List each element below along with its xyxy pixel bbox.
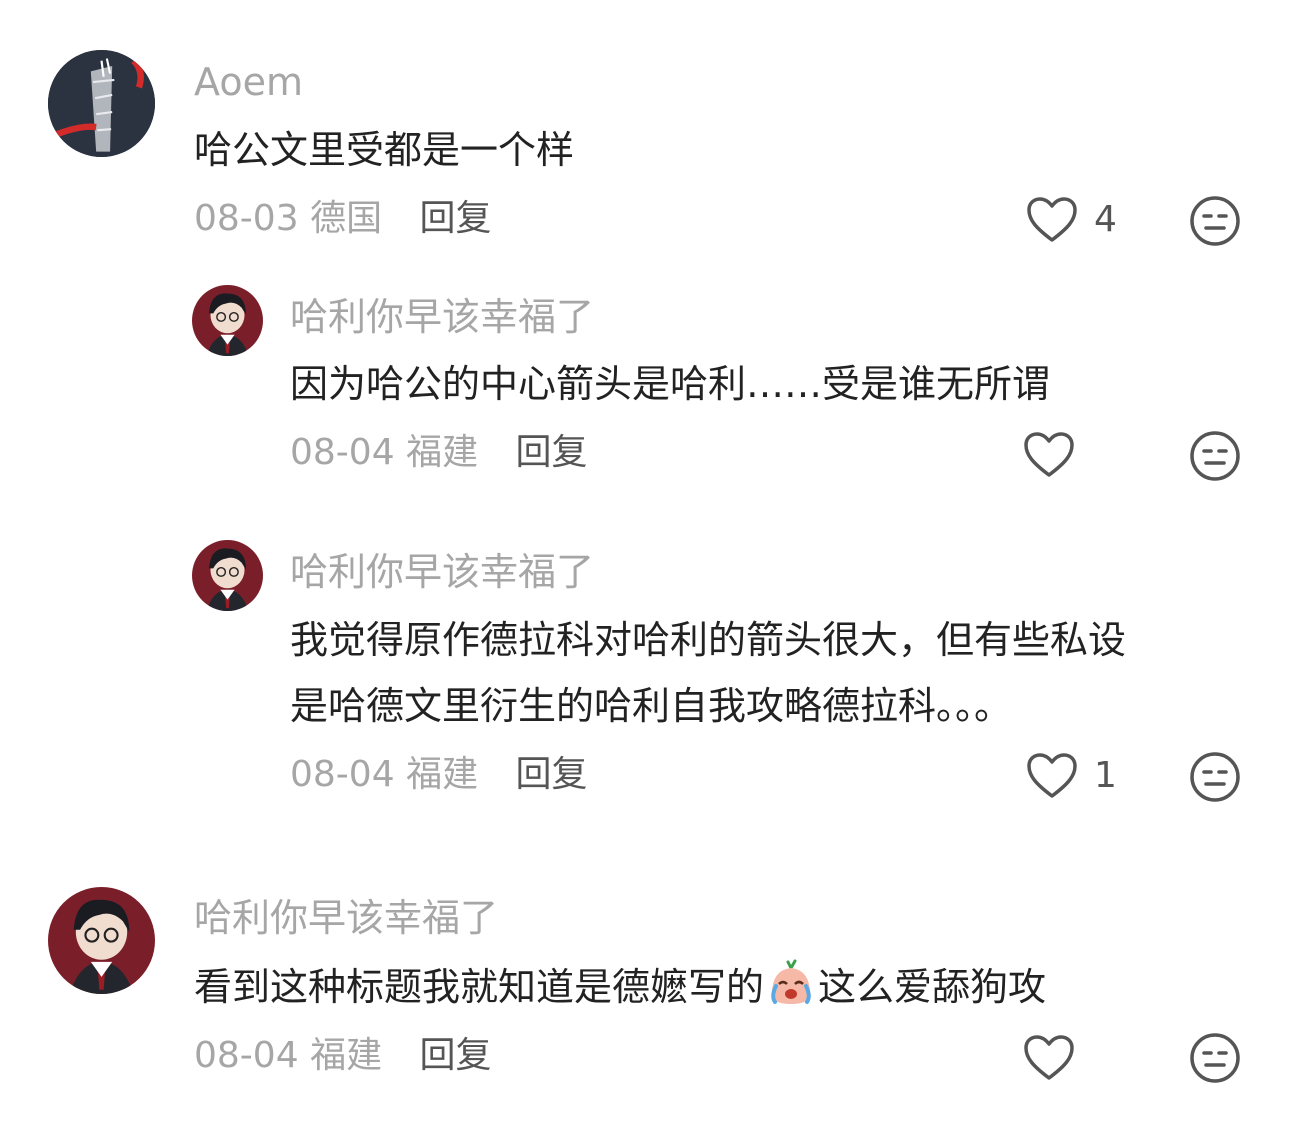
crying-face-emoji-icon: [766, 958, 816, 1008]
neutral-face-icon: [1190, 1033, 1240, 1083]
comment-meta: 08-04 福建 回复: [290, 430, 588, 476]
comment-date: 08-03: [194, 198, 299, 239]
heart-outline-icon: [1024, 1035, 1074, 1080]
username[interactable]: 哈利你早该幸福了: [290, 294, 594, 340]
reply-button[interactable]: 回复: [516, 754, 588, 795]
reply-button[interactable]: 回复: [420, 198, 492, 239]
like-count: 4: [1094, 199, 1117, 240]
comment-meta: 08-04 福建 回复: [290, 752, 588, 798]
comment-text-line-2: 是哈德文里衍生的哈利自我攻略德拉科。。。: [290, 684, 1013, 728]
comment-text: 看到这种标题我就知道是德嬷写的 这么爱舔狗攻: [194, 955, 1046, 1019]
comment-text-before-emoji: 看到这种标题我就知道是德嬷写的: [194, 965, 765, 1009]
neutral-face-icon: [1190, 196, 1240, 246]
avatar[interactable]: [48, 887, 155, 994]
neutral-face-icon: [1190, 431, 1240, 481]
comment-meta: 08-03 德国 回复: [194, 196, 492, 242]
avatar[interactable]: [192, 540, 263, 611]
username[interactable]: 哈利你早该幸福了: [194, 895, 498, 941]
like-button[interactable]: 1: [1026, 748, 1117, 804]
neutral-face-icon: [1190, 752, 1240, 802]
comment-text: 因为哈公的中心箭头是哈利……受是谁无所谓: [290, 362, 1051, 406]
like-button[interactable]: [1023, 1030, 1091, 1086]
heart-outline-icon: [1027, 197, 1077, 242]
like-count: 1: [1094, 755, 1117, 796]
comment-location: 福建: [310, 1035, 383, 1076]
reply-button[interactable]: 回复: [516, 432, 588, 473]
comment-location: 福建: [406, 432, 479, 473]
heart-outline-icon: [1027, 753, 1077, 798]
dislike-button[interactable]: [1189, 195, 1241, 247]
comment-date: 08-04: [290, 432, 395, 473]
comment-date: 08-04: [290, 754, 395, 795]
comment-location: 德国: [310, 198, 383, 239]
like-button[interactable]: 4: [1026, 192, 1117, 248]
avatar[interactable]: [48, 50, 155, 157]
comment-text-line-1: 我觉得原作德拉科对哈利的箭头很大，但有些私设: [290, 618, 1127, 662]
username[interactable]: 哈利你早该幸福了: [290, 549, 594, 595]
comment-location: 福建: [406, 754, 479, 795]
comment-meta: 08-04 福建 回复: [194, 1033, 492, 1079]
dislike-button[interactable]: [1189, 1032, 1241, 1084]
reply-button[interactable]: 回复: [420, 1035, 492, 1076]
username[interactable]: Aoem: [194, 59, 303, 105]
dislike-button[interactable]: [1189, 751, 1241, 803]
like-button[interactable]: [1023, 427, 1091, 483]
heart-outline-icon: [1024, 432, 1074, 477]
avatar[interactable]: [192, 285, 263, 356]
comment-text-after-emoji: 这么爱舔狗攻: [818, 965, 1047, 1009]
comment-text: 哈公文里受都是一个样: [194, 128, 575, 172]
dislike-button[interactable]: [1189, 430, 1241, 482]
comment-date: 08-04: [194, 1035, 299, 1076]
